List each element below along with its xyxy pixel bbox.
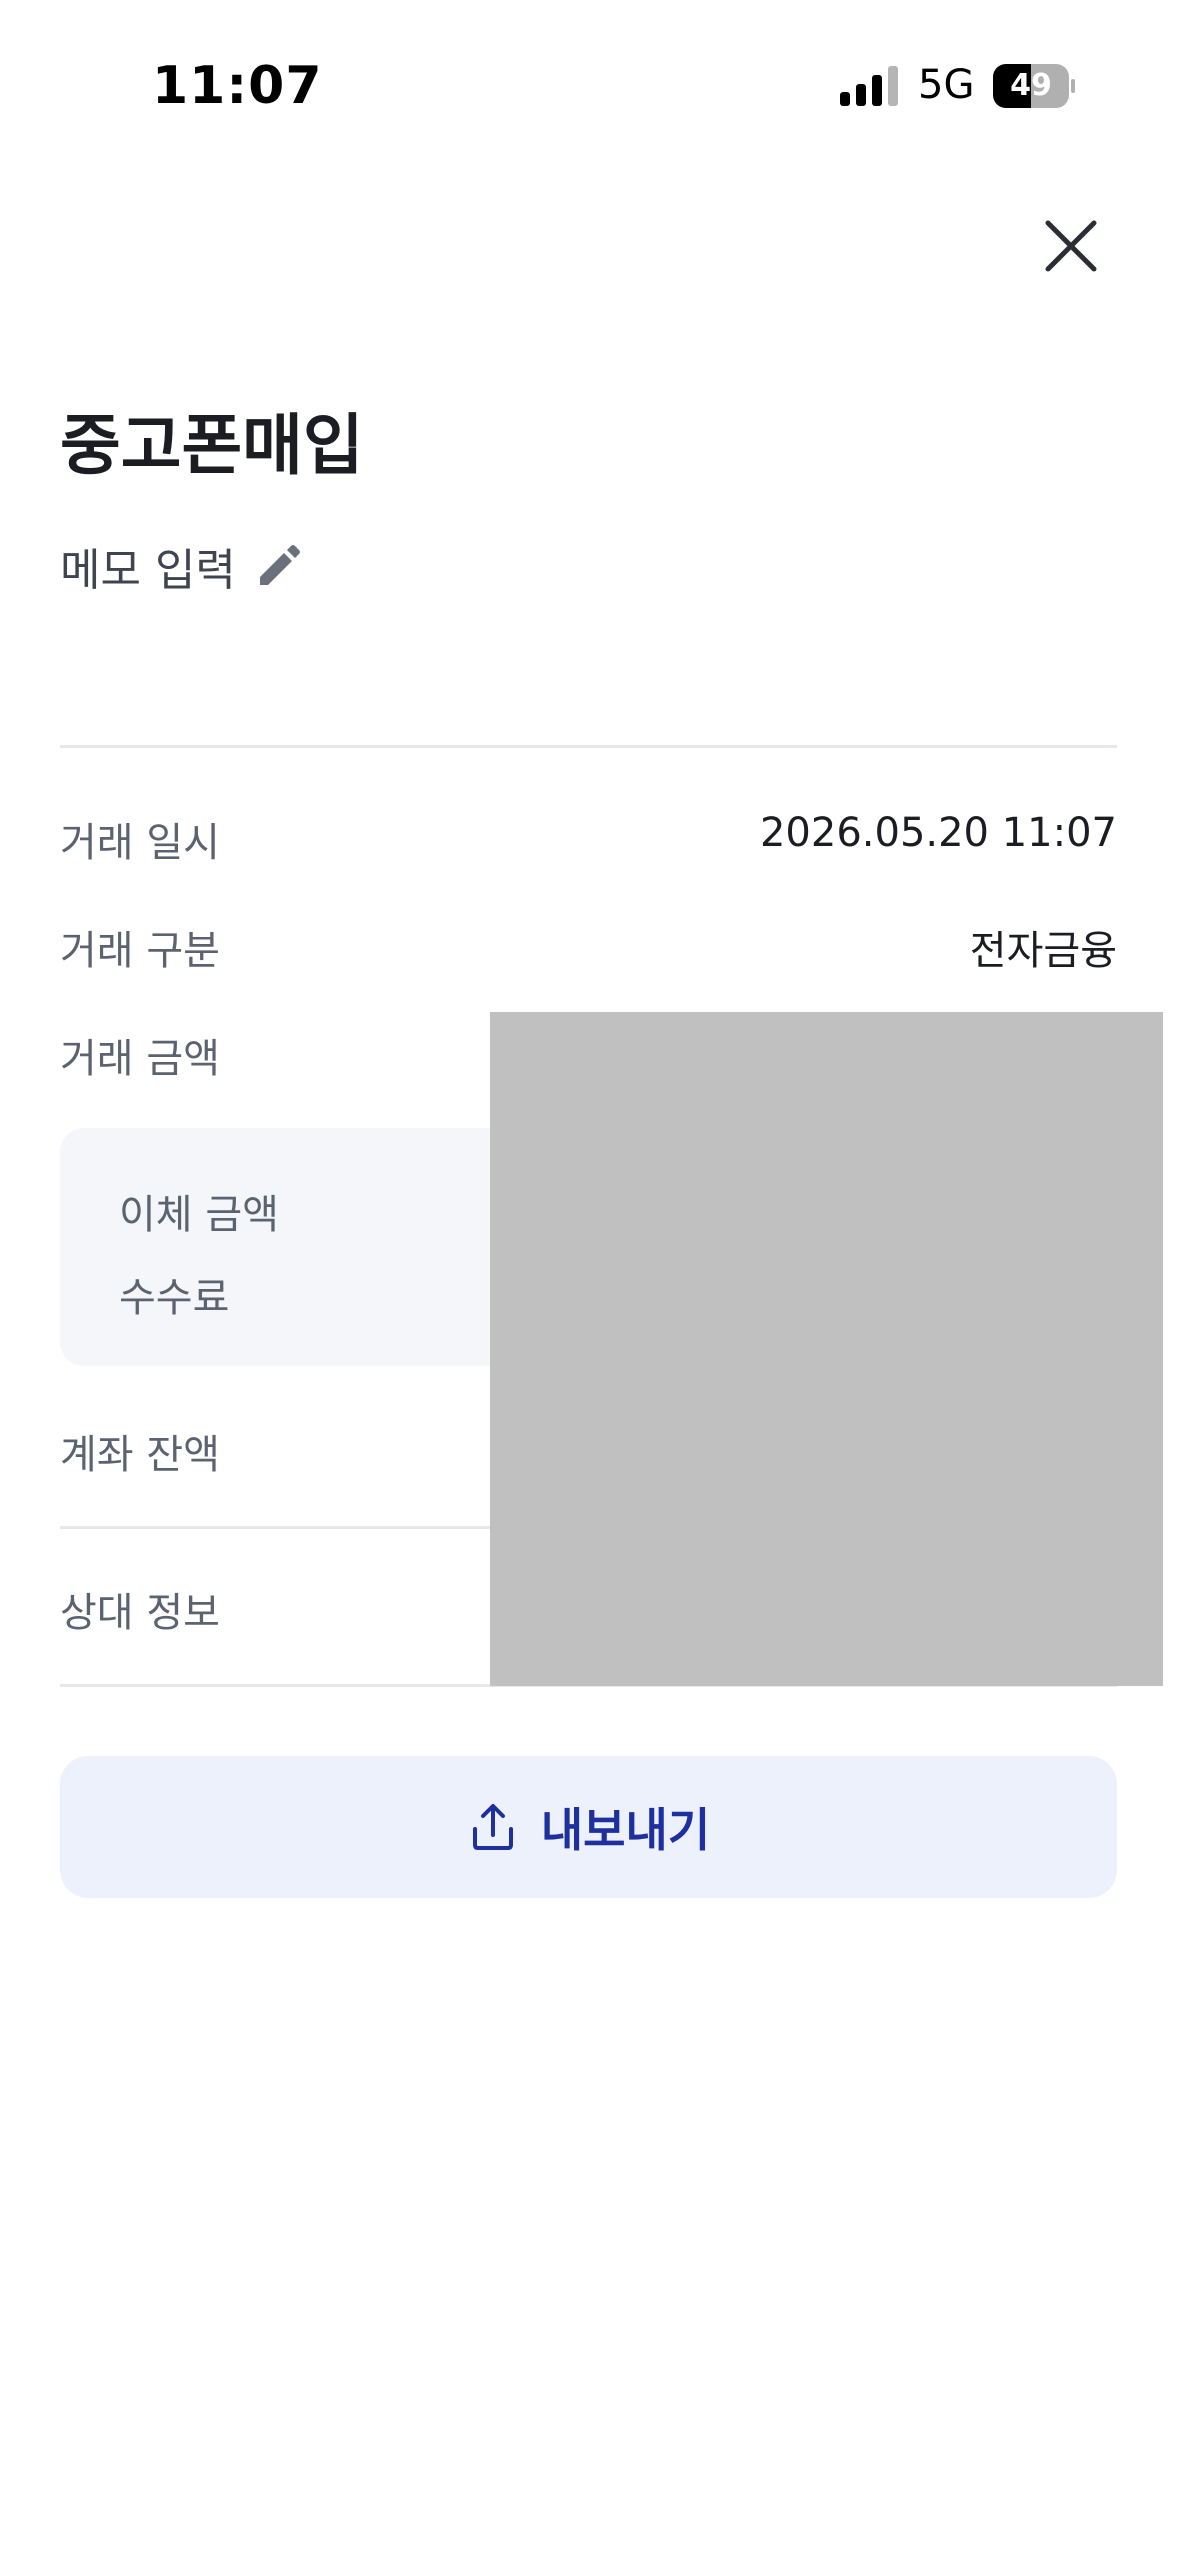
- transaction-title: 중고폰매입: [60, 407, 364, 484]
- network-type: 5G: [918, 62, 975, 108]
- export-label: 내보내기: [540, 1803, 711, 1857]
- counterparty-label: 상대 정보: [60, 1590, 220, 1636]
- status-time: 11:07: [152, 56, 323, 116]
- transfer-amount-label: 이체 금액: [119, 1192, 279, 1238]
- divider-top: [60, 745, 1117, 748]
- battery-level: 49: [1010, 68, 1052, 103]
- datetime-value: 2026.05.20 11:07: [759, 810, 1117, 856]
- memo-input-button[interactable]: 메모 입력: [60, 534, 304, 598]
- memo-input-label: 메모 입력: [60, 545, 236, 596]
- cellular-signal-icon: [840, 66, 898, 106]
- pencil-icon: [259, 545, 300, 585]
- type-value: 전자금융: [969, 928, 1117, 974]
- export-button[interactable]: 내보내기: [60, 1756, 1117, 1898]
- type-label: 거래 구분: [60, 928, 220, 974]
- redacted-area: [490, 1012, 1163, 1686]
- close-icon[interactable]: [1040, 215, 1102, 277]
- fee-label: 수수료: [119, 1275, 230, 1321]
- balance-label: 계좌 잔액: [60, 1432, 220, 1478]
- share-upload-icon: [472, 1804, 513, 1850]
- amount-label: 거래 금액: [60, 1036, 220, 1082]
- datetime-label: 거래 일시: [60, 820, 220, 866]
